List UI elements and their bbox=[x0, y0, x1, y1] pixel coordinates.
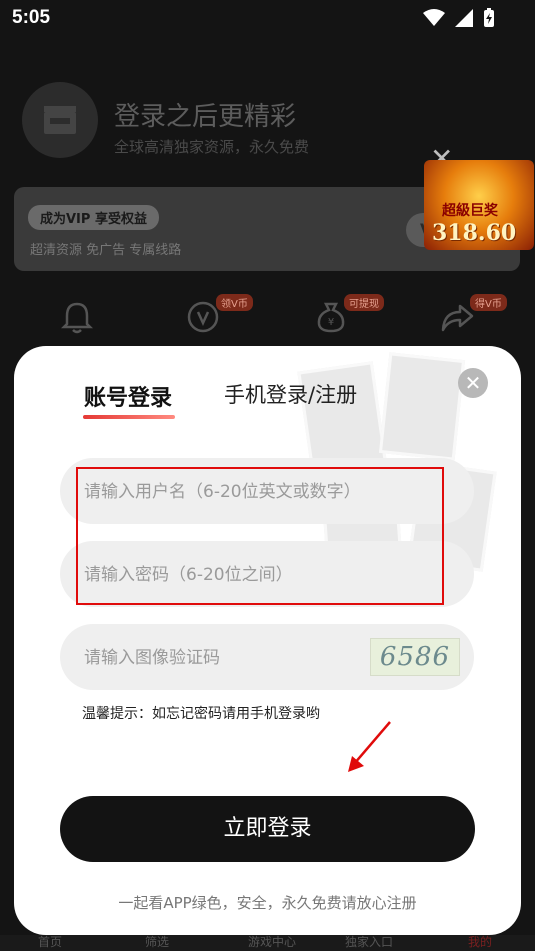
close-icon[interactable]: ✕ bbox=[458, 368, 488, 398]
shortcut-notifications[interactable] bbox=[60, 300, 94, 338]
nav-games[interactable]: 游戏中心 bbox=[248, 933, 296, 950]
withdraw-badge: 可提现 bbox=[344, 294, 384, 311]
shortcut-vcoin[interactable]: 领V币 bbox=[186, 294, 253, 338]
share-badge: 得V币 bbox=[470, 294, 507, 311]
vcoin-icon bbox=[187, 301, 219, 333]
vip-description: 超清资源 免广告 专属线路 bbox=[30, 243, 182, 258]
tab-phone-login[interactable]: 手机登录/注册 bbox=[224, 379, 357, 409]
promo-amount: 318.60 bbox=[432, 220, 517, 246]
svg-text:¥: ¥ bbox=[328, 317, 334, 328]
captcha-input[interactable] bbox=[82, 624, 346, 692]
nav-exclusive[interactable]: 独家入口 bbox=[345, 933, 393, 950]
avatar[interactable] bbox=[22, 82, 98, 158]
status-time: 5:05 bbox=[12, 7, 51, 28]
login-modal: 账号登录 手机登录/注册 ✕ 6586 温馨提示：如忘记密码请用手机登录哟 立即… bbox=[14, 346, 521, 935]
wifi-icon bbox=[423, 9, 445, 26]
vip-badge: 成为VIP 享受权益 bbox=[28, 205, 159, 230]
vcoin-badge: 领V币 bbox=[216, 294, 253, 311]
annotation-arrow-icon bbox=[348, 721, 391, 772]
share-icon bbox=[441, 304, 474, 332]
bell-icon bbox=[60, 302, 94, 334]
bottom-nav: 首页 筛选 游戏中心 独家入口 我的 bbox=[0, 935, 535, 951]
nav-home[interactable]: 首页 bbox=[38, 933, 62, 950]
tab-account-login[interactable]: 账号登录 bbox=[84, 380, 172, 412]
promo-ad[interactable]: 超級巨奖 318.60 bbox=[424, 160, 534, 250]
login-button[interactable]: 立即登录 bbox=[60, 796, 475, 862]
status-bar: 5:05 bbox=[0, 0, 535, 36]
money-bag-icon: ¥ bbox=[317, 302, 345, 333]
nav-mine[interactable]: 我的 bbox=[468, 933, 492, 950]
profile-title: 登录之后更精彩 bbox=[114, 102, 297, 132]
active-tab-indicator bbox=[83, 415, 175, 419]
annotation-highlight-box bbox=[76, 467, 444, 605]
shortcut-share[interactable]: 得V币 bbox=[440, 294, 507, 338]
footer-note: 一起看APP绿色，安全，永久免费请放心注册 bbox=[118, 894, 417, 912]
clapperboard-icon bbox=[44, 106, 76, 134]
profile-subtitle: 全球高清独家资源，永久免费 bbox=[114, 138, 310, 156]
captcha-field[interactable]: 6586 bbox=[60, 624, 474, 692]
battery-icon bbox=[484, 8, 494, 27]
password-tip: 温馨提示：如忘记密码请用手机登录哟 bbox=[82, 706, 320, 722]
promo-line1: 超級巨奖 bbox=[442, 203, 498, 219]
status-icons bbox=[423, 8, 495, 28]
signal-icon bbox=[455, 9, 473, 27]
shortcut-withdraw[interactable]: ¥ 可提现 bbox=[314, 294, 384, 338]
shortcut-row: 领V币 ¥ 可提现 得V币 bbox=[0, 290, 535, 350]
captcha-image[interactable]: 6586 bbox=[370, 638, 460, 676]
nav-filter[interactable]: 筛选 bbox=[145, 933, 169, 950]
